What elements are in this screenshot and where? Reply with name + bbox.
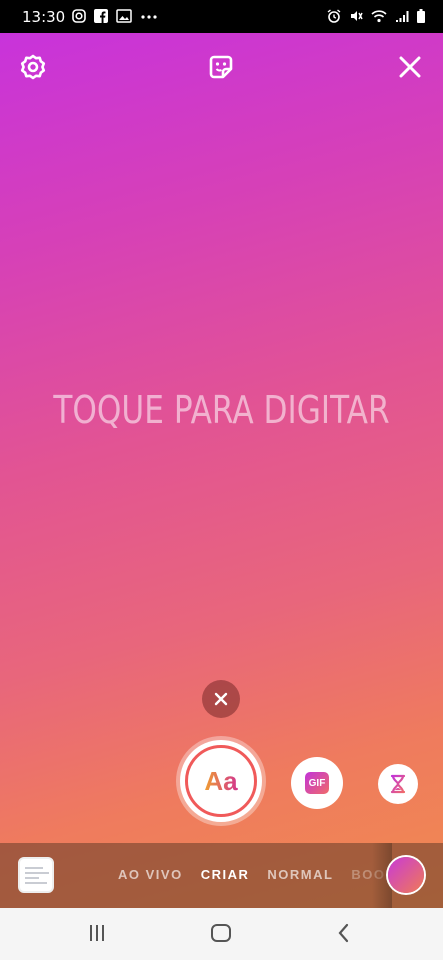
gif-button[interactable]: GIF: [291, 757, 343, 809]
text-mode-button[interactable]: Aa: [180, 740, 262, 822]
color-gradient-button[interactable]: [388, 857, 424, 893]
close-icon: [214, 692, 228, 706]
instagram-icon: [72, 9, 86, 23]
mute-icon: [351, 11, 363, 21]
tap-to-type-prompt[interactable]: TOQUE PARA DIGITAR: [40, 388, 403, 432]
status-time: 13:30: [22, 8, 66, 26]
settings-button[interactable]: [17, 51, 49, 83]
text-mode-label: Aa: [204, 765, 238, 796]
mode-normal[interactable]: NORMAL: [267, 867, 333, 882]
mode-create[interactable]: CRIAR: [201, 867, 250, 882]
home-icon[interactable]: [210, 922, 232, 944]
create-canvas[interactable]: TOQUE PARA DIGITAR Aa GIF: [0, 33, 443, 908]
camera-mode-bar: AO VIVO CRIAR NORMAL BOO: [0, 843, 443, 908]
settings-gear-icon: [20, 54, 46, 80]
recent-apps-icon[interactable]: [87, 922, 107, 944]
more-dots-icon: [141, 15, 157, 19]
countdown-button[interactable]: [378, 764, 418, 804]
sticker-button[interactable]: [205, 51, 237, 83]
dismiss-button[interactable]: [202, 680, 240, 718]
gif-label: GIF: [305, 772, 329, 794]
mode-live[interactable]: AO VIVO: [118, 867, 183, 882]
close-icon: [399, 56, 421, 78]
status-bar: 13:30: [0, 0, 443, 33]
back-icon[interactable]: [336, 922, 352, 944]
battery-icon: [417, 9, 425, 23]
mode-selector[interactable]: AO VIVO CRIAR NORMAL BOO: [118, 867, 386, 882]
hourglass-icon: [390, 774, 406, 794]
gallery-thumbnail[interactable]: [18, 857, 54, 893]
system-nav-bar: [0, 908, 443, 960]
image-icon: [116, 9, 132, 23]
sticker-icon: [209, 55, 233, 79]
facebook-icon: [94, 9, 108, 23]
wifi-icon: [371, 10, 387, 23]
close-button[interactable]: [394, 51, 426, 83]
signal-icon: [396, 11, 409, 22]
alarm-icon: [327, 9, 341, 23]
